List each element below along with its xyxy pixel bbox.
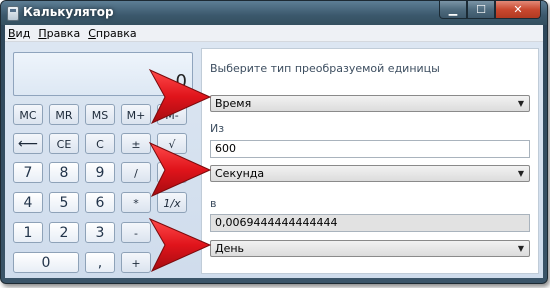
divide-button[interactable]: / [121,162,151,183]
to-unit-selected: День [215,242,245,255]
window-controls: ▁ ☐ ✕ [439,1,541,20]
memory-add-button[interactable]: M+ [121,104,151,125]
from-value-field[interactable]: 600 [210,140,530,158]
to-value-field: 0,0069444444444444 [210,214,530,232]
unit-type-selected: Время [215,97,252,110]
unit-type-dropdown[interactable]: Время ▼ [210,95,530,112]
memory-recall-button[interactable]: MR [49,104,79,125]
dropdown-arrow-icon: ▼ [517,169,524,178]
menu-bar: Вид Правка Справка [5,25,543,42]
menu-view[interactable]: Вид [5,27,35,40]
digit-7-button[interactable]: 7 [13,162,43,183]
calculator-app-icon [7,6,19,21]
backspace-button[interactable]: ⟵ [13,133,43,154]
clear-entry-button[interactable]: CE [49,133,79,154]
minus-button[interactable]: - [121,222,151,243]
menu-help[interactable]: Справка [85,27,141,40]
title-bar[interactable]: Калькулятор ▁ ☐ ✕ [1,1,547,25]
digit-8-button[interactable]: 8 [49,162,79,183]
calculator-body: 0 MC MR MS M+ M- ⟵ CE C ± √ 7 8 9 / % 4 … [5,42,543,278]
display-value: 0 [175,71,187,92]
maximize-button[interactable]: ☐ [467,1,495,19]
calculator-window: Калькулятор ▁ ☐ ✕ Вид Правка Справка 0 M… [0,0,548,284]
digit-2-button[interactable]: 2 [49,222,79,243]
digit-4-button[interactable]: 4 [13,192,43,213]
window-title: Калькулятор [23,5,114,19]
memory-store-button[interactable]: MS [85,104,115,125]
unit-conversion-panel: Выберите тип преобразуемой единицы Время… [201,48,539,274]
memory-clear-button[interactable]: MC [13,104,43,125]
from-label: Из [210,122,225,135]
decimal-point-button[interactable]: , [85,252,115,273]
menu-edit[interactable]: Правка [35,27,85,40]
digit-6-button[interactable]: 6 [85,192,115,213]
dropdown-arrow-icon: ▼ [517,244,524,253]
dropdown-arrow-icon: ▼ [517,99,524,108]
to-label: в [210,197,217,210]
memory-subtract-button[interactable]: M- [157,104,187,125]
calculator-display: 0 [13,52,193,96]
close-button[interactable]: ✕ [495,1,541,19]
minimize-button[interactable]: ▁ [439,1,467,19]
from-unit-selected: Секунда [215,167,265,180]
digit-5-button[interactable]: 5 [49,192,79,213]
conversion-type-heading: Выберите тип преобразуемой единицы [210,62,440,75]
square-root-button[interactable]: √ [157,133,187,154]
reciprocal-button[interactable]: 1/x [157,192,187,213]
negate-button[interactable]: ± [121,133,151,154]
clear-button[interactable]: C [85,133,115,154]
to-unit-dropdown[interactable]: День ▼ [210,240,530,257]
digit-3-button[interactable]: 3 [85,222,115,243]
digit-0-button[interactable]: 0 [13,252,79,273]
digit-1-button[interactable]: 1 [13,222,43,243]
percent-button[interactable]: % [157,162,187,183]
digit-9-button[interactable]: 9 [85,162,115,183]
plus-button[interactable]: + [121,252,151,273]
from-unit-dropdown[interactable]: Секунда ▼ [210,165,530,182]
multiply-button[interactable]: * [121,192,151,213]
